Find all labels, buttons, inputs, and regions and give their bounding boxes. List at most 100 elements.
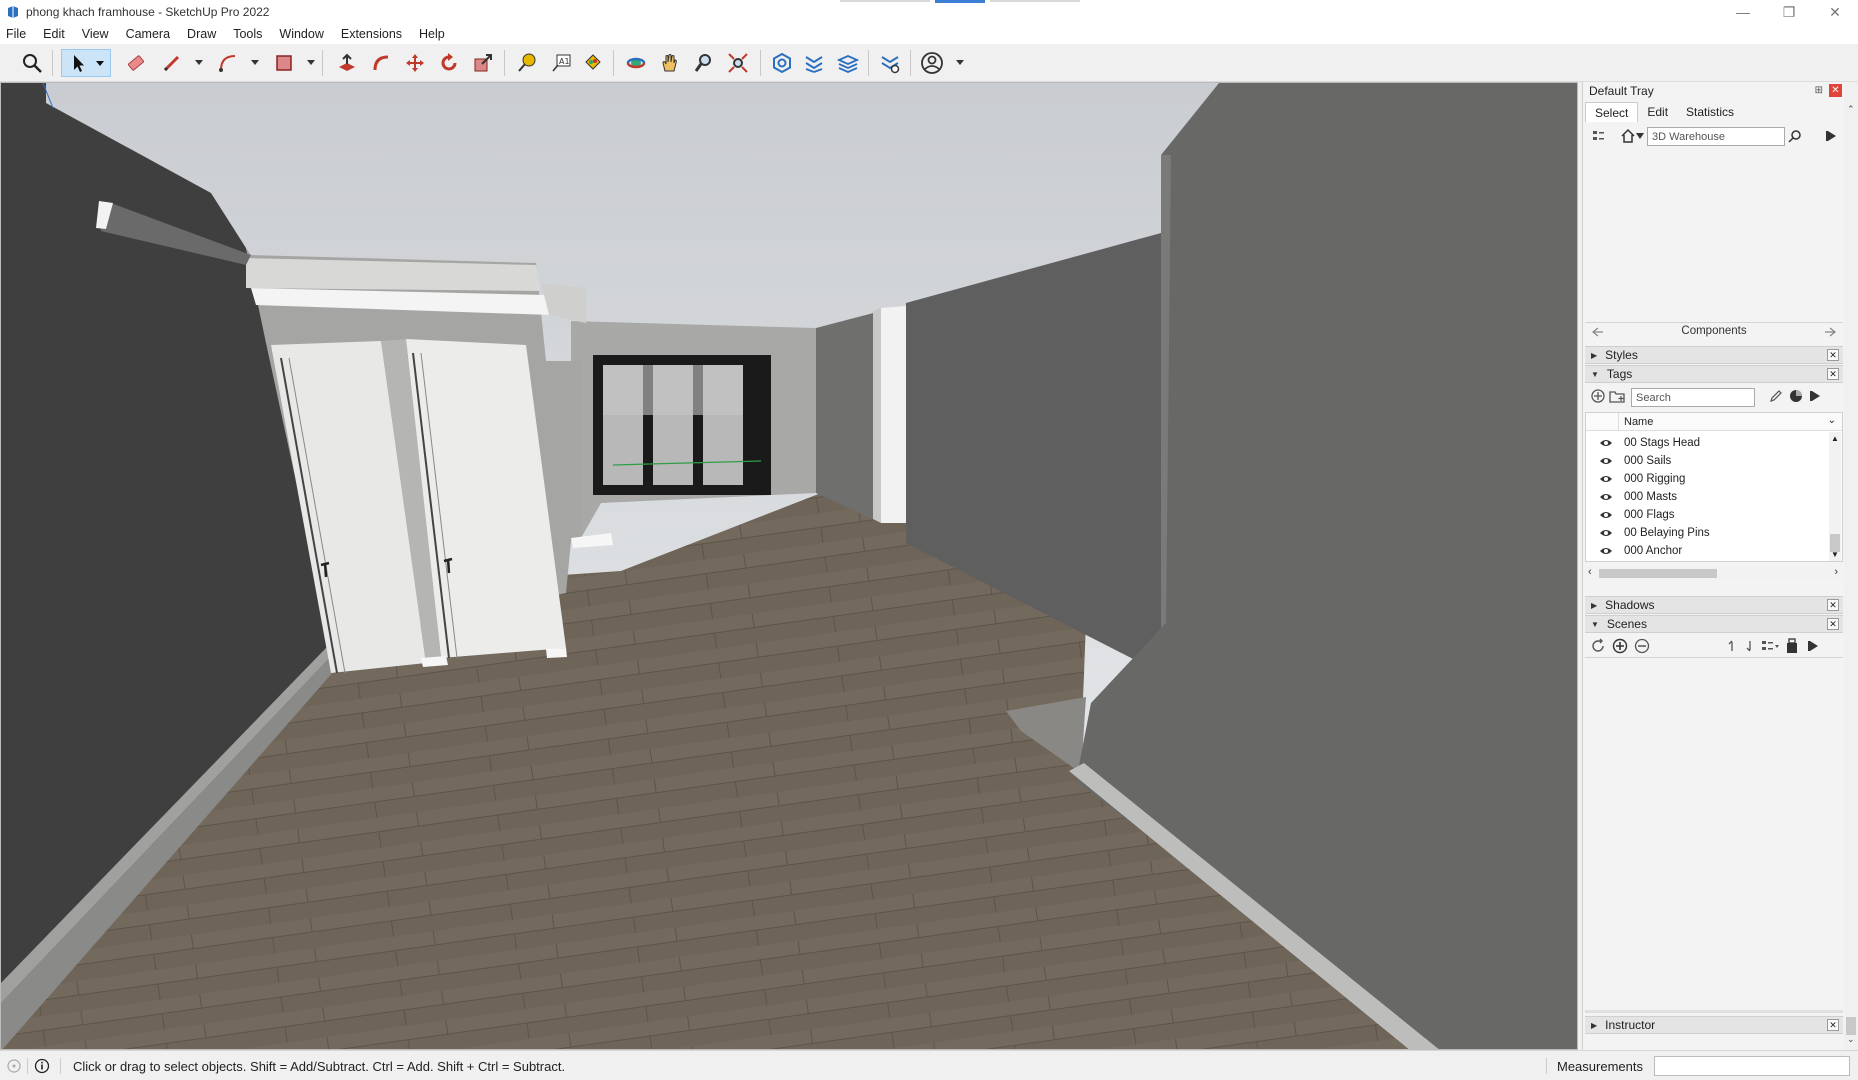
tag-row[interactable]: 000 Masts [1598,488,1677,506]
move-scene-up-icon[interactable] [1723,637,1741,655]
tray-close-button[interactable]: ✕ [1829,84,1842,97]
pencil-icon[interactable] [1767,387,1785,405]
eye-icon[interactable] [1598,438,1614,448]
scene-settings-icon[interactable] [1783,637,1801,655]
rotate-button[interactable] [435,49,463,77]
maximize-button[interactable]: ❐ [1766,0,1812,24]
tags-vertical-scrollbar[interactable]: ▲ ▼ [1829,432,1841,561]
eye-icon[interactable] [1598,546,1614,556]
pencil-button[interactable] [158,49,186,77]
tab-edit[interactable]: Edit [1638,102,1677,122]
remove-scene-icon[interactable] [1633,637,1651,655]
geo-location-icon[interactable] [6,1058,22,1074]
menu-camera[interactable]: Camera [126,27,170,41]
scroll-up-icon[interactable]: ⌃ [1847,104,1855,115]
tag-row[interactable]: 000 Sails [1598,452,1671,470]
menu-window[interactable]: Window [279,27,323,41]
zoom-button[interactable] [690,49,718,77]
extension-warehouse-button[interactable] [800,49,828,77]
pan-button[interactable] [656,49,684,77]
refresh-icon[interactable] [1589,637,1607,655]
close-panel-icon[interactable]: ✕ [1827,618,1839,630]
pin-icon[interactable]: ⊞ [1815,85,1823,96]
chevron-down-icon[interactable]: ⌄ [1828,415,1836,426]
scroll-right-icon[interactable]: › [1834,566,1838,578]
move-scene-down-icon[interactable] [1741,637,1759,655]
details-arrow-icon[interactable] [1823,127,1841,145]
eye-icon[interactable] [1598,528,1614,538]
scroll-thumb[interactable] [1846,1017,1856,1035]
color-by-tag-icon[interactable] [1787,387,1805,405]
close-panel-icon[interactable]: ✕ [1827,1019,1839,1031]
tags-name-column[interactable]: Name [1624,416,1653,428]
follow-me-button[interactable] [367,49,395,77]
scroll-down-icon[interactable]: ⌄ [1847,1034,1855,1045]
menu-edit[interactable]: Edit [43,27,65,41]
rectangle-button[interactable] [270,49,298,77]
tape-measure-button[interactable] [513,49,541,77]
tags-panel-header[interactable]: ▼ Tags ✕ [1585,365,1843,383]
add-tag-icon[interactable] [1589,387,1607,405]
scroll-up-icon[interactable]: ▲ [1831,434,1839,443]
menu-help[interactable]: Help [419,27,445,41]
close-panel-icon[interactable]: ✕ [1827,599,1839,611]
scale-button[interactable] [469,49,497,77]
warehouse-button[interactable] [768,49,796,77]
details-arrow-icon[interactable] [1807,387,1825,405]
text-button[interactable]: A1 [547,49,575,77]
orbit-button[interactable] [622,49,650,77]
add-scene-icon[interactable] [1611,637,1629,655]
menu-draw[interactable]: Draw [187,27,216,41]
close-panel-icon[interactable]: ✕ [1827,368,1839,380]
tags-search-input[interactable]: Search [1631,388,1755,407]
close-window-button[interactable]: ✕ [1812,0,1858,24]
tag-row[interactable]: 00 Stags Head [1598,434,1700,452]
tab-statistics[interactable]: Statistics [1677,102,1743,122]
account-button[interactable] [918,49,946,77]
view-options-icon[interactable] [1591,127,1609,145]
close-panel-icon[interactable]: ✕ [1827,349,1839,361]
select-tool-button[interactable] [61,49,111,77]
zoom-extents-button[interactable] [724,49,752,77]
menu-tools[interactable]: Tools [233,27,262,41]
scroll-thumb[interactable] [1599,569,1717,578]
menu-view[interactable]: View [82,27,109,41]
shadows-panel-header[interactable]: ▶ Shadows ✕ [1585,596,1843,614]
details-arrow-icon[interactable] [1805,637,1823,655]
scroll-left-icon[interactable]: ‹ [1588,566,1592,578]
layout-button[interactable] [834,49,862,77]
add-tag-folder-icon[interactable] [1609,387,1627,405]
minimize-button[interactable]: — [1720,0,1766,24]
push-pull-button[interactable] [333,49,361,77]
tag-row[interactable]: 00 Belaying Pins [1598,524,1710,542]
search-icon[interactable] [1786,127,1804,145]
scroll-down-icon[interactable]: ▼ [1831,550,1839,559]
info-icon[interactable] [34,1058,50,1074]
tray-scrollbar[interactable]: ⌃ ⌄ [1844,82,1858,1050]
forward-arrow-icon[interactable] [1821,323,1839,341]
tag-row[interactable]: 000 Rigging [1598,470,1685,488]
tab-select[interactable]: Select [1585,102,1639,122]
extension-manager-button[interactable] [876,49,904,77]
scenes-panel-header[interactable]: ▼ Scenes ✕ [1585,615,1843,633]
tag-row[interactable]: 000 Anchor [1598,542,1682,560]
search-button[interactable] [18,49,46,77]
move-button[interactable] [401,49,429,77]
warehouse-search-input[interactable]: 3D Warehouse [1647,127,1785,146]
arc-button[interactable] [214,49,242,77]
styles-panel-header[interactable]: ▶ Styles ✕ [1585,346,1843,364]
eye-icon[interactable] [1598,474,1614,484]
chevron-down-icon[interactable] [1635,127,1645,145]
menu-extensions[interactable]: Extensions [341,27,402,41]
model-viewport[interactable] [0,82,1578,1050]
eye-icon[interactable] [1598,492,1614,502]
tags-horizontal-scrollbar[interactable]: ‹ › [1585,566,1843,580]
eye-icon[interactable] [1598,456,1614,466]
instructor-panel-header[interactable]: ▶ Instructor ✕ [1585,1016,1843,1034]
eye-icon[interactable] [1598,510,1614,520]
measurements-input[interactable] [1654,1056,1850,1076]
eraser-button[interactable] [122,49,150,77]
menu-file[interactable]: File [6,27,26,41]
view-options-icon[interactable] [1761,637,1779,655]
paint-bucket-button[interactable] [579,49,607,77]
